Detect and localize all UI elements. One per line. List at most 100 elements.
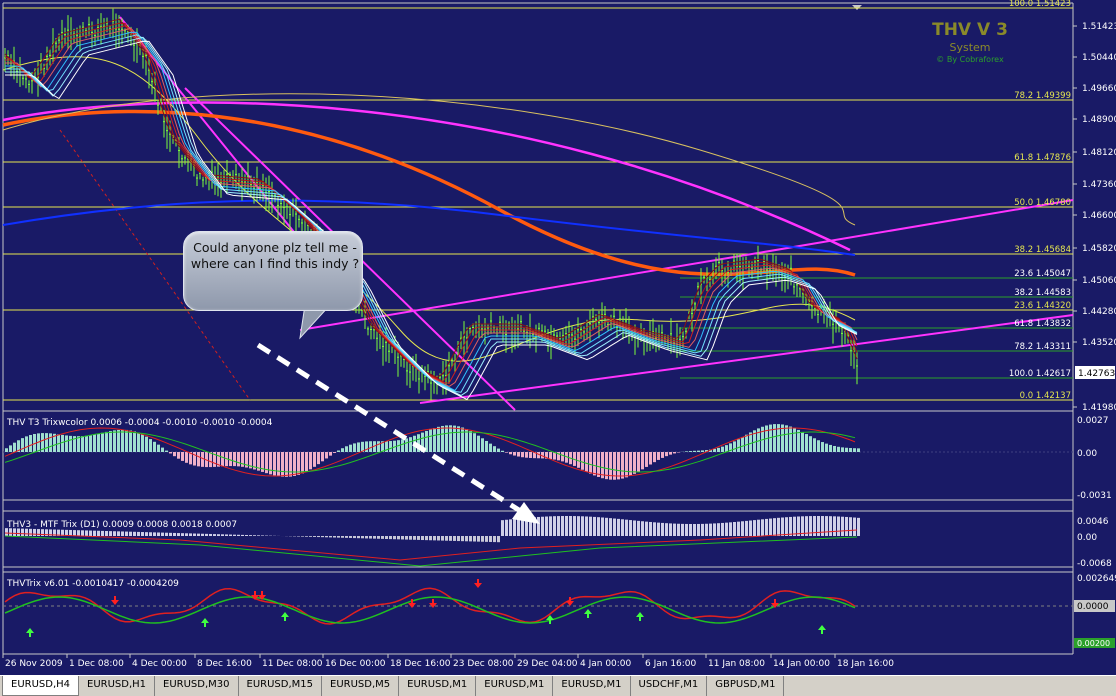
- ind2-bar: [629, 520, 632, 536]
- ind2-bar: [761, 519, 764, 536]
- ind2-bar: [357, 536, 360, 539]
- ind2-bar: [341, 536, 344, 538]
- ind1-bar: [333, 452, 336, 453]
- ind1-bar: [789, 426, 792, 452]
- ind2-bar: [853, 517, 856, 536]
- ind2-bar: [673, 523, 676, 536]
- ind1-bar: [801, 431, 804, 452]
- ind1-bar: [737, 439, 740, 452]
- ind2-bar: [501, 520, 504, 536]
- ind1-bar: [173, 452, 176, 457]
- ind2-bar: [553, 516, 556, 536]
- ind1-bar: [9, 445, 12, 452]
- indicator-3-title: THVTrix v6.01 -0.0010417 -0.0004209: [6, 579, 179, 589]
- ind1-axis-bot: -0.0031: [1077, 491, 1112, 501]
- ind2-bar: [557, 516, 560, 536]
- tab-eurusd-m30[interactable]: EURUSD,M30: [155, 676, 239, 696]
- ind2-bar: [421, 536, 424, 541]
- ind2-bar: [105, 531, 108, 536]
- ind2-axis-bot: -0.0068: [1077, 559, 1112, 569]
- ind2-bar: [677, 523, 680, 536]
- ind1-bar: [89, 435, 92, 452]
- ind2-bar: [201, 533, 204, 536]
- tab-eurusd-m15[interactable]: EURUSD,M15: [239, 676, 322, 696]
- ind1-bar: [653, 452, 656, 463]
- ind1-bar: [5, 448, 8, 452]
- tab-eurusd-m1-3[interactable]: EURUSD,M1: [553, 676, 631, 696]
- ind2-bar: [785, 517, 788, 536]
- ind2-bar: [449, 536, 452, 541]
- ind3-axis-mid: 0.0000: [1077, 602, 1109, 612]
- time-axis-label: 8 Dec 16:00: [197, 659, 252, 669]
- ind2-bar: [825, 516, 828, 536]
- time-axis-label: 6 Jan 16:00: [645, 659, 697, 669]
- ind1-bar: [689, 451, 692, 452]
- ind2-bar: [473, 536, 476, 542]
- ind1-bar: [129, 430, 132, 452]
- ind1-bar: [289, 452, 292, 477]
- ind1-bar: [641, 452, 644, 470]
- chart-tab-bar: EURUSD,H4 EURUSD,H1 EURUSD,M30 EURUSD,M1…: [0, 675, 1116, 696]
- ind1-bar: [389, 441, 392, 452]
- ind1-bar: [305, 452, 308, 472]
- ind1-bar: [685, 451, 688, 452]
- ind1-bar: [405, 438, 408, 452]
- price-axis-label: 1.44280: [1082, 307, 1116, 317]
- ind1-bar: [745, 434, 748, 452]
- ind1-bar: [21, 438, 24, 452]
- ind2-bar: [621, 519, 624, 536]
- tab-eurusd-h1[interactable]: EURUSD,H1: [79, 676, 156, 696]
- ind1-bar: [589, 452, 592, 474]
- ind2-bar: [249, 535, 252, 536]
- tab-eurusd-m1[interactable]: EURUSD,M1: [399, 676, 477, 696]
- ind1-bar: [81, 436, 84, 452]
- ind2-bar: [513, 518, 516, 536]
- ind2-bar: [77, 530, 80, 536]
- ind1-bar: [505, 452, 508, 453]
- ind2-bar: [149, 532, 152, 536]
- ind2-bar: [349, 536, 352, 538]
- tab-eurusd-h4[interactable]: EURUSD,H4: [2, 676, 80, 696]
- ind2-bar: [361, 536, 364, 539]
- ind1-bar: [489, 443, 492, 452]
- ind1-bar: [161, 447, 164, 452]
- ind2-bar: [125, 531, 128, 536]
- ind1-bar: [317, 452, 320, 465]
- tab-eurusd-m1-2[interactable]: EURUSD,M1: [476, 676, 554, 696]
- ind2-bar: [465, 536, 468, 542]
- ind1-bar: [233, 452, 236, 467]
- ind1-bar: [733, 441, 736, 452]
- ind1-bar: [177, 452, 180, 459]
- ind1-bar: [281, 452, 284, 477]
- ind1-bar: [597, 452, 600, 477]
- time-axis-label: 4 Jan 00:00: [580, 659, 632, 669]
- ind1-bar: [785, 425, 788, 452]
- ind1-bar: [645, 452, 648, 467]
- fib-minor-label: 78.2 1.43311: [1014, 342, 1071, 352]
- ind2-bar: [409, 536, 412, 540]
- tab-eurusd-m5[interactable]: EURUSD,M5: [322, 676, 400, 696]
- ind1-bar: [145, 436, 148, 452]
- chart-window[interactable]: 100.0 1.51423 78.2 1.49399 61.8 1.47876 50.…: [0, 0, 1116, 696]
- ind1-bar: [577, 452, 580, 468]
- ind2-bar: [161, 532, 164, 536]
- price-chart[interactable]: 100.0 1.51423 78.2 1.49399 61.8 1.47876 50.…: [0, 0, 1116, 675]
- ind2-bar: [381, 536, 384, 539]
- ind2-bar: [121, 531, 124, 536]
- fib-label: 50.0 1.46780: [1014, 198, 1071, 208]
- tab-usdchf-m1[interactable]: USDCHF,M1: [631, 676, 708, 696]
- ind1-bar: [617, 452, 620, 480]
- tab-gbpusd-m1[interactable]: GBPUSD,M1: [707, 676, 785, 696]
- ind2-bar: [73, 530, 76, 536]
- ind1-bar: [529, 452, 532, 458]
- ind1-bar: [437, 426, 440, 452]
- ind2-bar: [353, 536, 356, 539]
- ind1-bar: [721, 446, 724, 452]
- ind2-bar: [645, 521, 648, 536]
- ind2-bar: [849, 517, 852, 536]
- ind2-bar: [337, 536, 340, 538]
- ind2-bar: [729, 522, 732, 536]
- ind1-bar: [153, 441, 156, 452]
- ind1-bar: [621, 452, 624, 479]
- ind2-bar: [741, 521, 744, 536]
